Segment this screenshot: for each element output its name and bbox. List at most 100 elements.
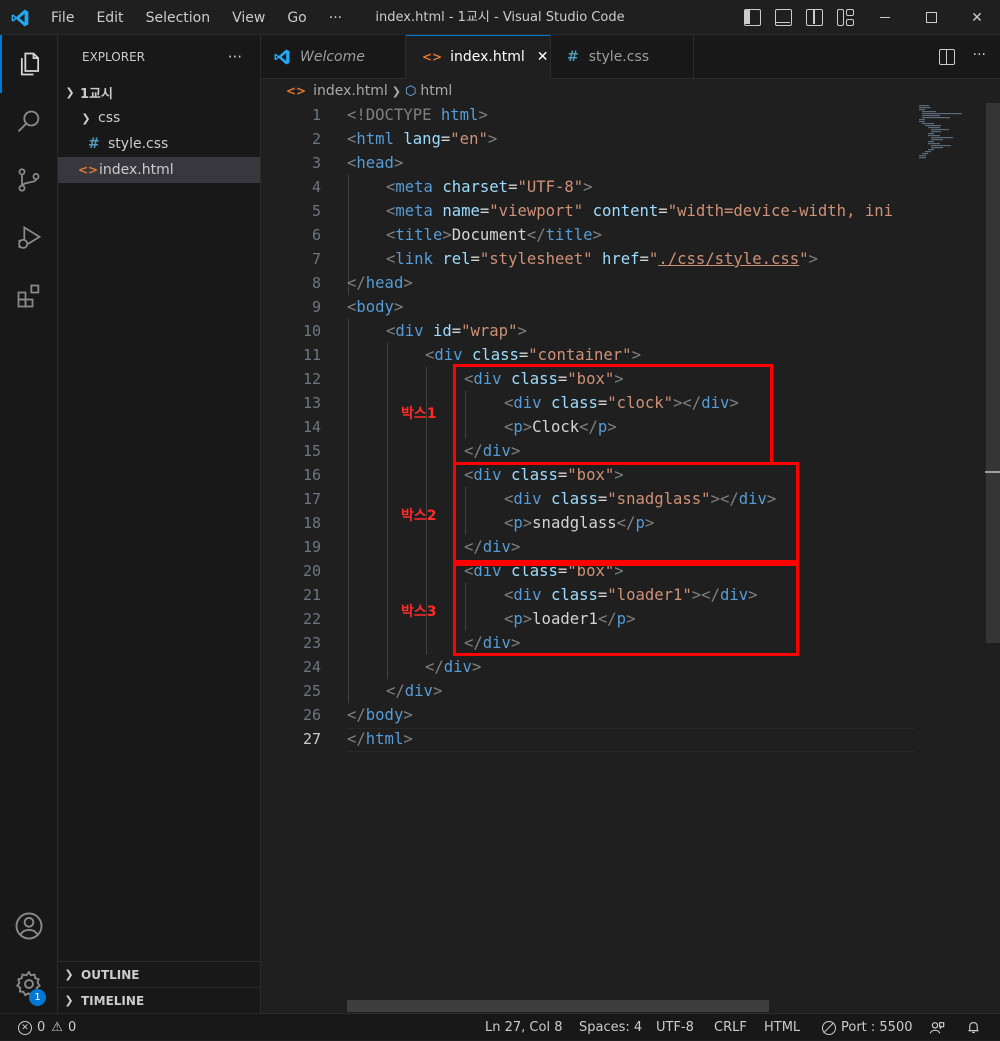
annotation-box-3 xyxy=(453,563,799,656)
vertical-scroll-thumb[interactable] xyxy=(986,103,1000,643)
code-editor[interactable]: 1 2 3 4 5 6 7 8 9 10 11 12 13 14 15 16 17 18 19 20 21 22 23 24 2… xyxy=(261,103,1000,1013)
line-number: 16 xyxy=(302,466,321,484)
vscode-logo-icon xyxy=(11,9,29,27)
chevron-right-icon: ❯ xyxy=(391,84,401,98)
line-number: 8 xyxy=(311,274,321,292)
timeline-section[interactable]: ❯ TIMELINE xyxy=(58,987,261,1013)
line-number: 14 xyxy=(302,418,321,436)
line-number: 22 xyxy=(302,610,321,628)
problems-status[interactable]: ✕ 0 ⚠ 0 xyxy=(18,1014,76,1041)
line-number: 2 xyxy=(311,130,321,148)
breadcrumb-file[interactable]: index.html xyxy=(313,83,388,99)
timeline-label: TIMELINE xyxy=(81,993,145,1008)
stylesheet-link[interactable]: ./css/style.css xyxy=(658,250,799,268)
more-actions-button[interactable]: ··· xyxy=(973,47,986,65)
code-line-4: <meta charset="UTF-8"> xyxy=(386,178,593,196)
source-control-icon[interactable] xyxy=(0,151,58,209)
annotation-label-1: 박스1 xyxy=(401,406,437,422)
close-window-icon[interactable]: ✕ xyxy=(954,0,1000,35)
eol-status[interactable]: CRLF xyxy=(714,1014,747,1041)
tab-index-html[interactable]: <> index.html ✕ xyxy=(406,35,551,79)
cursor-position[interactable]: Ln 27, Col 8 xyxy=(485,1014,562,1041)
line-number: 23 xyxy=(302,634,321,652)
breadcrumb-symbol[interactable]: html xyxy=(420,83,452,99)
horizontal-scroll-thumb[interactable] xyxy=(347,1000,769,1012)
status-bar: ✕ 0 ⚠ 0 Ln 27, Col 8 Spaces: 4 UTF-8 CRL… xyxy=(0,1013,1000,1040)
folder-root-label: 1교시 xyxy=(80,86,113,102)
tab-index-html-label: index.html xyxy=(450,49,525,65)
chevron-right-icon: ❯ xyxy=(64,994,74,1007)
menu-selection[interactable]: Selection xyxy=(135,10,222,26)
tab-style-css-label: style.css xyxy=(588,49,650,65)
explorer-title: EXPLORER xyxy=(82,50,145,64)
search-icon[interactable] xyxy=(0,93,58,151)
toggle-secondary-sidebar-icon[interactable] xyxy=(806,9,823,26)
close-tab-icon[interactable]: ✕ xyxy=(537,49,549,65)
settings-gear-icon[interactable]: 1 xyxy=(0,955,58,1013)
live-server-port[interactable]: Port : 5500 xyxy=(822,1014,913,1041)
toggle-panel-icon[interactable] xyxy=(775,9,792,26)
folder-root[interactable]: ❯ 1교시 xyxy=(58,79,260,105)
editor-actions: ··· xyxy=(938,47,986,65)
line-number: 19 xyxy=(302,538,321,556)
line-number: 20 xyxy=(302,562,321,580)
file-style-css[interactable]: # style.css xyxy=(58,131,260,157)
file-index-html[interactable]: <> index.html xyxy=(58,157,260,183)
cursor-position-marker xyxy=(985,471,1000,473)
error-count: 0 xyxy=(37,1020,46,1035)
html-file-icon: <> xyxy=(78,163,99,177)
explorer-icon[interactable] xyxy=(0,35,58,93)
annotation-box-1 xyxy=(453,364,773,465)
minimize-icon[interactable] xyxy=(862,0,908,35)
menu-file[interactable]: File xyxy=(40,10,85,26)
code-line-1: <!DOCTYPE html> xyxy=(347,106,488,124)
menu-bar: File Edit Selection View Go ··· xyxy=(40,0,353,35)
line-number: 9 xyxy=(311,298,321,316)
line-number: 18 xyxy=(302,514,321,532)
warning-icon: ⚠ xyxy=(51,1020,63,1035)
maximize-icon[interactable] xyxy=(908,0,954,35)
line-number: 10 xyxy=(302,322,321,340)
account-icon[interactable] xyxy=(0,897,58,955)
feedback-icon[interactable] xyxy=(929,1014,945,1041)
line-number: 26 xyxy=(302,706,321,724)
split-editor-icon[interactable] xyxy=(938,49,955,65)
live-server-port-label: Port : 5500 xyxy=(841,1020,913,1035)
css-file-icon: # xyxy=(88,136,100,152)
symbol-element-icon: ⬡ xyxy=(404,83,417,99)
toggle-primary-sidebar-icon[interactable] xyxy=(744,9,761,26)
window-controls: ✕ xyxy=(862,0,1000,35)
vertical-scrollbar[interactable] xyxy=(985,103,1000,1013)
run-debug-icon[interactable] xyxy=(0,209,58,267)
minimap[interactable] xyxy=(915,103,985,163)
customize-layout-icon[interactable] xyxy=(837,9,854,26)
explorer-header: EXPLORER ··· xyxy=(58,35,260,79)
menu-view[interactable]: View xyxy=(221,10,276,26)
notifications-bell-icon[interactable] xyxy=(966,1014,981,1041)
menu-more[interactable]: ··· xyxy=(318,10,353,26)
menu-go[interactable]: Go xyxy=(276,10,317,26)
explorer-more-button[interactable]: ··· xyxy=(228,48,242,66)
layout-controls xyxy=(744,9,854,26)
indentation-status[interactable]: Spaces: 4 xyxy=(579,1014,642,1041)
encoding-status[interactable]: UTF-8 xyxy=(656,1014,694,1041)
line-number: 7 xyxy=(311,250,321,268)
folder-css-label: css xyxy=(98,110,121,126)
chevron-down-icon: ❯ xyxy=(65,85,75,99)
menu-edit[interactable]: Edit xyxy=(85,10,134,26)
title-bar: File Edit Selection View Go ··· index.ht… xyxy=(0,0,1000,35)
line-number: 12 xyxy=(302,370,321,388)
tab-welcome[interactable]: Welcome xyxy=(261,35,406,79)
outline-section[interactable]: ❯ OUTLINE xyxy=(58,961,261,987)
tab-style-css[interactable]: # style.css xyxy=(551,35,694,79)
block-icon xyxy=(822,1020,836,1035)
line-number: 27 xyxy=(302,730,321,748)
code-line-9: <body> xyxy=(347,298,404,316)
language-mode[interactable]: HTML xyxy=(764,1014,800,1041)
code-line-8: </head> xyxy=(347,274,413,292)
explorer-sidebar: EXPLORER ··· ❯ 1교시 ❯ css # style.css <> … xyxy=(58,35,261,1013)
folder-css[interactable]: ❯ css xyxy=(58,105,260,131)
code-line-24: </div> xyxy=(425,658,482,676)
chevron-right-icon: ❯ xyxy=(64,968,74,981)
extensions-icon[interactable] xyxy=(0,267,58,325)
